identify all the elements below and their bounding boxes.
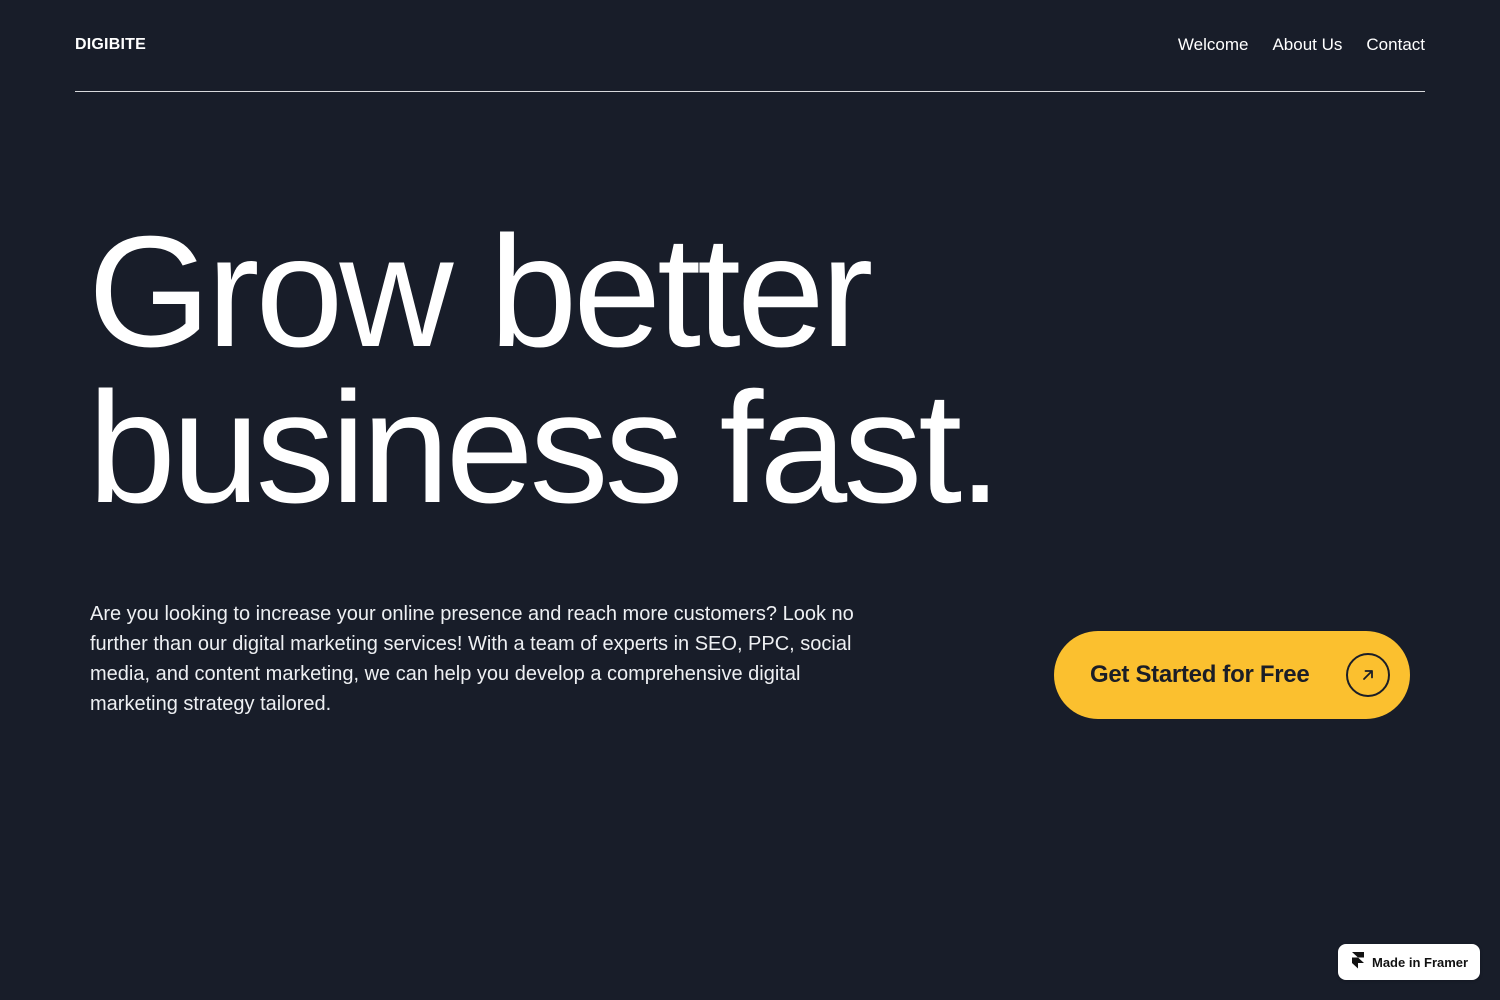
site-header: DIGIBITE Welcome About Us Contact: [75, 0, 1425, 92]
landing-page: DIGIBITE Welcome About Us Contact Grow b…: [0, 0, 1500, 1000]
nav-link-about-us[interactable]: About Us: [1272, 35, 1342, 55]
hero-headline-line-2: business fast.: [88, 360, 1002, 536]
framer-logo-icon: [1352, 952, 1364, 972]
hero-headline: Grow better business fast.: [88, 204, 1002, 536]
made-in-framer-label: Made in Framer: [1372, 954, 1469, 970]
hero-intro-text: Are you looking to increase your online …: [90, 603, 854, 715]
get-started-label: Get Started for Free: [1090, 661, 1310, 688]
nav-link-contact[interactable]: Contact: [1366, 35, 1425, 55]
arrow-up-right-icon: [1346, 653, 1390, 697]
main-nav: Welcome About Us Contact: [1178, 35, 1425, 55]
get-started-button[interactable]: Get Started for Free: [1054, 631, 1410, 719]
site-logo[interactable]: DIGIBITE: [75, 36, 146, 54]
made-in-framer-badge[interactable]: Made in Framer: [1338, 944, 1480, 980]
nav-link-welcome[interactable]: Welcome: [1178, 35, 1249, 55]
hero-headline-line-1: Grow better: [88, 204, 873, 380]
